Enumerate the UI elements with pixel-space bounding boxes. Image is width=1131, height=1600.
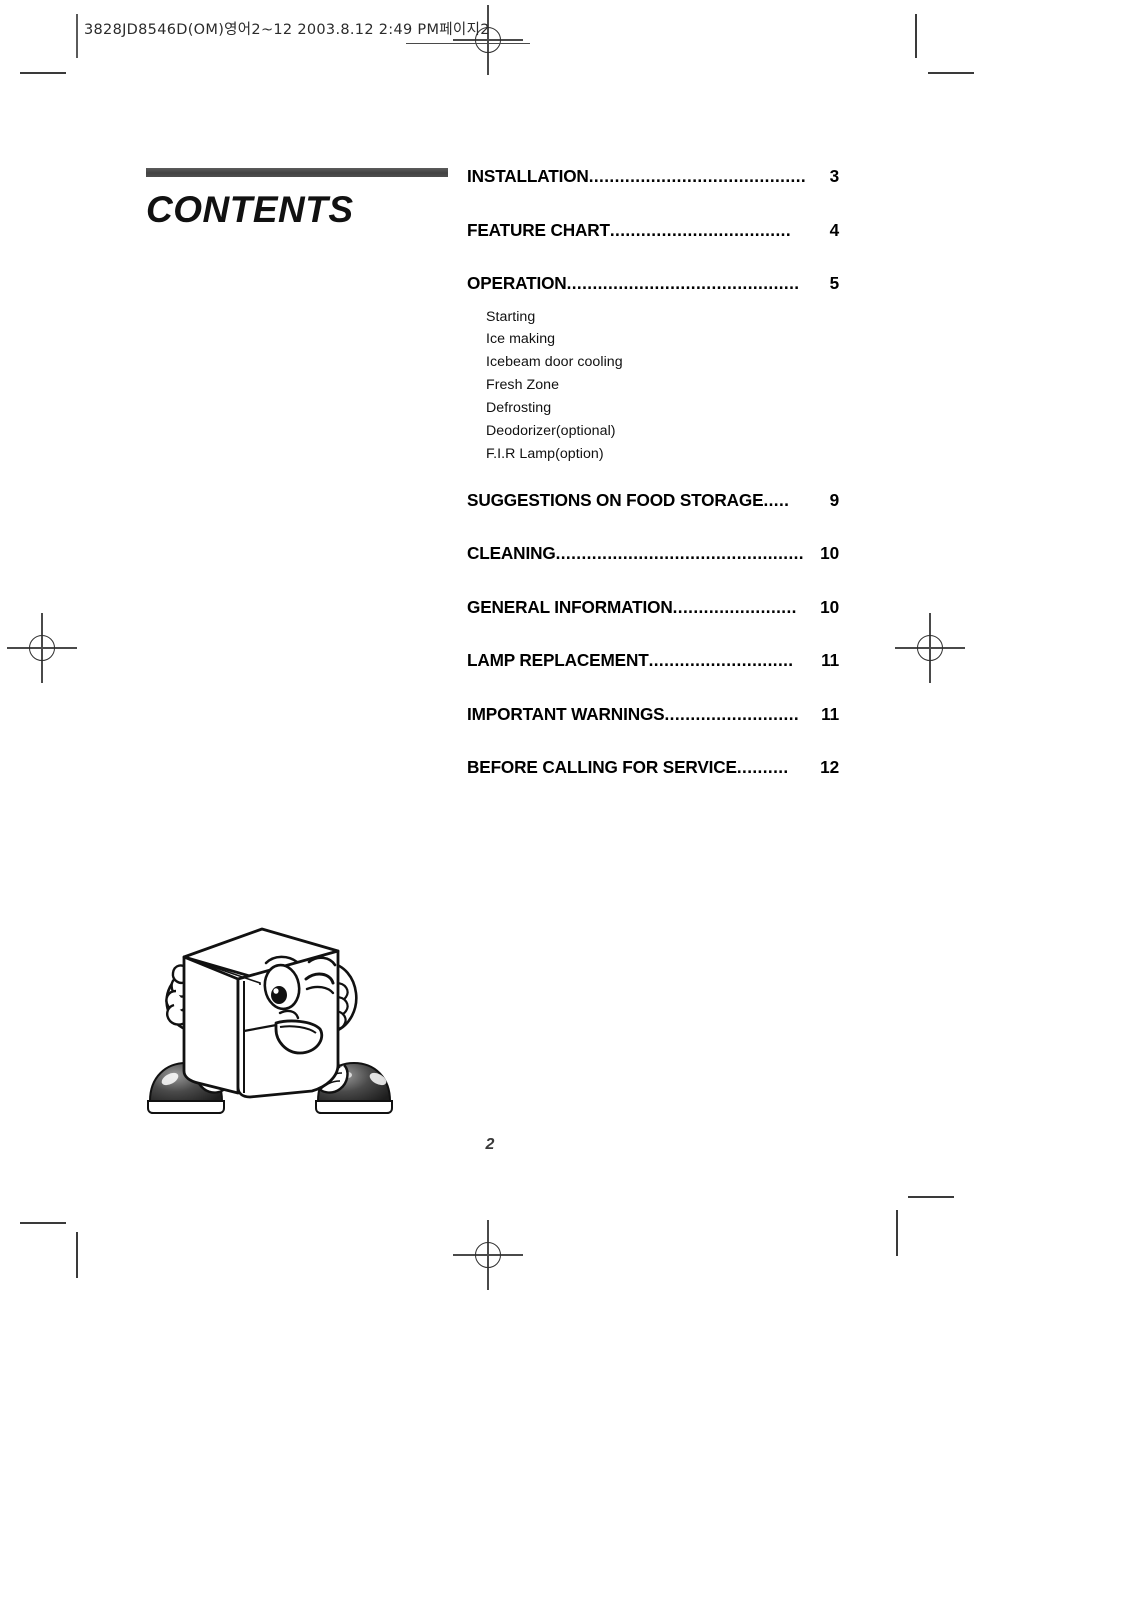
toc-leader-dots: ..........................	[664, 703, 800, 724]
list-item: Icebeam door cooling	[486, 354, 623, 371]
table-of-contents: INSTALLATION ...........................…	[467, 166, 839, 811]
crop-mark-bottom-left-vertical	[76, 1232, 78, 1278]
crop-mark-bottom-left-horizontal	[20, 1222, 66, 1224]
toc-label: FEATURE CHART	[467, 219, 610, 240]
contents-heading-block: CONTENTS	[146, 168, 451, 228]
slug-divider-rule	[76, 14, 78, 58]
toc-entry-operation[interactable]: OPERATION ..............................…	[467, 273, 839, 294]
crop-mark-top-left-horizontal	[20, 72, 66, 74]
toc-label: BEFORE CALLING FOR SERVICE	[467, 757, 737, 778]
crop-mark-bottom-right-horizontal	[908, 1196, 954, 1198]
toc-leader-dots: ........................................…	[588, 166, 807, 186]
toc-page-number: 4	[829, 219, 840, 240]
toc-label: CLEANING	[467, 543, 556, 564]
toc-leader-dots: ...................................	[609, 219, 791, 240]
toc-entry-feature-chart[interactable]: FEATURE CHART ..........................…	[467, 220, 839, 241]
slug-text: 3828JD8546D(OM)영어2~12 2003.8.12 2:49 PM페…	[84, 22, 490, 38]
toc-leader-dots: ........................................…	[555, 543, 804, 564]
toc-label: OPERATION	[467, 273, 567, 293]
toc-page-number: 10	[820, 543, 839, 564]
list-item: Starting	[486, 308, 536, 325]
toc-page-number: 9	[829, 489, 840, 510]
toc-label: IMPORTANT WARNINGS	[467, 703, 665, 724]
crop-mark-bottom-right-vertical	[896, 1210, 898, 1256]
toc-entry-suggestions-on-food-storage[interactable]: SUGGESTIONS ON FOOD STORAGE ..... 9	[467, 490, 839, 511]
toc-entry-before-calling-for-service[interactable]: BEFORE CALLING FOR SERVICE .......... 12	[467, 757, 839, 778]
page-title: CONTENTS	[146, 189, 354, 230]
toc-page-number: 11	[821, 650, 839, 671]
toc-page-number: 3	[829, 166, 840, 186]
toc-entry-cleaning[interactable]: CLEANING ...............................…	[467, 543, 839, 564]
toc-entry-lamp-replacement[interactable]: LAMP REPLACEMENT .......................…	[467, 650, 839, 671]
list-item: Fresh Zone	[486, 377, 560, 394]
list-item: F.I.R Lamp(option)	[486, 445, 604, 462]
toc-label: GENERAL INFORMATION	[467, 596, 673, 617]
toc-leader-dots: ........................	[672, 596, 797, 617]
toc-leader-dots: ........................................…	[566, 273, 800, 293]
crop-mark-top-right-vertical	[915, 14, 917, 58]
toc-entry-important-warnings[interactable]: IMPORTANT WARNINGS .....................…	[467, 704, 839, 725]
toc-entry-installation[interactable]: INSTALLATION ...........................…	[467, 166, 839, 187]
contents-accent-bar	[146, 168, 448, 177]
toc-page-number: 12	[820, 757, 839, 778]
toc-label: SUGGESTIONS ON FOOD STORAGE	[467, 489, 764, 510]
refrigerator-mascot-illustration	[140, 905, 405, 1120]
toc-page-number: 11	[821, 703, 839, 724]
footer-page-number: 2	[485, 1136, 495, 1153]
toc-page-number: 5	[829, 273, 840, 293]
list-item: Ice making	[486, 331, 556, 348]
list-item: Defrosting	[486, 400, 552, 417]
crop-mark-top-right-horizontal	[928, 72, 974, 74]
toc-leader-dots: ............................	[648, 650, 794, 671]
toc-page-number: 10	[820, 596, 839, 617]
mascot-fridge-body	[182, 927, 340, 1099]
document-page: 3828JD8546D(OM)영어2~12 2003.8.12 2:49 PM페…	[0, 0, 1131, 1600]
list-item: Deodorizer(optional)	[486, 423, 616, 440]
toc-entry-general-information[interactable]: GENERAL INFORMATION ....................…	[467, 597, 839, 618]
toc-label: INSTALLATION	[467, 166, 589, 186]
toc-operation-subitems: Starting Ice making Icebeam door cooling…	[467, 306, 839, 466]
toc-leader-dots: .....	[763, 489, 790, 510]
toc-leader-dots: ..........	[736, 757, 789, 778]
toc-label: LAMP REPLACEMENT	[467, 650, 649, 671]
slug-underline-rule	[406, 43, 530, 45]
